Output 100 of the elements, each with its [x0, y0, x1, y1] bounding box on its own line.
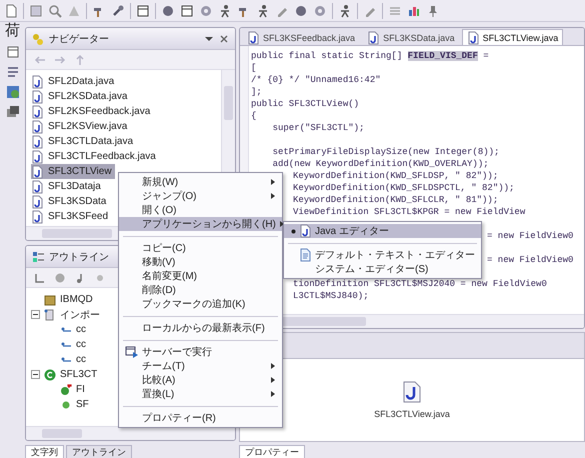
view-tab[interactable]: 文字列: [25, 445, 64, 458]
tree-item[interactable]: cc: [31, 352, 89, 367]
menu-item[interactable]: デフォルト・テキスト・エディター: [284, 248, 481, 262]
view-tab[interactable]: プロパティー: [239, 445, 305, 458]
java-file-icon[interactable]: [403, 381, 421, 403]
menu-item[interactable]: サーバーで実行: [119, 345, 282, 359]
menu-item[interactable]: システム・エディター(S): [284, 262, 481, 276]
java-file-icon: [31, 150, 44, 164]
ball-icon[interactable]: [161, 4, 175, 18]
java-file-icon: [31, 210, 44, 224]
file-item[interactable]: SFL2Data.java: [31, 74, 118, 89]
menu-item[interactable]: コピー(C): [119, 241, 282, 255]
menu-item[interactable]: 名前変更(M): [119, 269, 282, 283]
java-file-icon: [31, 104, 44, 118]
document-icon[interactable]: [4, 4, 18, 18]
dots-icon: [32, 32, 44, 44]
globe-icon[interactable]: [6, 85, 20, 99]
code-line: public final static String[] FIELD_VIS_DEF =: [251, 50, 489, 62]
editor-tab[interactable]: SFL3KSFeedback.java: [242, 29, 360, 45]
runner-icon[interactable]: [218, 4, 232, 18]
java-file-icon: [31, 194, 44, 208]
code-line: tionDefinition SFL3CTL$MSJ2040 = new FieldView0: [293, 278, 547, 290]
box-icon: [44, 294, 56, 306]
code-line: [: [251, 62, 256, 74]
menu-item[interactable]: ローカルからの最新表示(F): [119, 321, 282, 335]
window-icon[interactable]: [136, 4, 150, 18]
file-item[interactable]: SFL3CTLView: [31, 164, 115, 179]
menu-item[interactable]: 開く(O): [119, 203, 282, 217]
class-icon: [44, 368, 56, 380]
menu-item[interactable]: チーム(T): [119, 359, 282, 373]
dot-icon: [60, 398, 72, 410]
menu-item[interactable]: プロパティー(R): [119, 411, 282, 425]
file-name: SFL3CTLView.java: [374, 409, 450, 419]
menu-item[interactable]: 削除(D): [119, 283, 282, 297]
view-tab[interactable]: アウトライン: [66, 445, 132, 458]
stack-icon[interactable]: [6, 105, 20, 119]
horizontal-scrollbar[interactable]: [26, 426, 235, 440]
file-item[interactable]: SFL2KSData.java: [31, 89, 130, 104]
tree-item[interactable]: SFL3CT: [31, 367, 100, 382]
view-title: ナビゲーター: [49, 32, 109, 46]
tree-item[interactable]: インポー: [31, 307, 103, 322]
file-item[interactable]: SFL3CTLFeedback.java: [31, 149, 159, 164]
window-run-icon: [125, 346, 139, 358]
code-line: add(new KeywordDefinition(KWD_OVERLAY));: [272, 158, 489, 170]
view-title: アウトライン: [49, 250, 109, 264]
sort-icon[interactable]: [34, 272, 46, 284]
file-item[interactable]: SFL2KSView.java: [31, 119, 130, 134]
file-item[interactable]: SFL3KSFeed: [31, 209, 112, 224]
java-file-icon: [31, 180, 44, 194]
code-line: /* {0} */ "Unnamed16:42": [251, 74, 381, 86]
runner-icon[interactable]: [338, 4, 352, 18]
magnifier-icon[interactable]: [48, 4, 62, 18]
file-item[interactable]: SFL2KSFeedback.java: [31, 104, 154, 119]
tree-item[interactable]: FI: [31, 382, 88, 397]
list-icon[interactable]: [6, 65, 20, 79]
editor-tab[interactable]: SFL3KSData.java: [362, 29, 460, 45]
imports-icon: [44, 308, 56, 320]
text-file-icon: [299, 248, 312, 262]
menu-item[interactable]: ブックマークの追加(K): [119, 297, 282, 311]
field-icon: [60, 384, 72, 396]
java-file-icon: [367, 30, 380, 44]
file-item[interactable]: SFL3CTLData.java: [31, 134, 136, 149]
code-line: public SFL3CTLView(): [251, 98, 360, 110]
tree-item[interactable]: SF: [31, 397, 92, 412]
tree-item[interactable]: cc: [31, 322, 89, 337]
collapse-icon[interactable]: [31, 370, 40, 379]
tree-item[interactable]: IBMQD: [31, 292, 96, 307]
code-line: ];: [251, 86, 262, 98]
menu-item[interactable]: 新規(W): [119, 175, 282, 189]
java-file-icon: [31, 164, 44, 178]
collapse-icon[interactable]: [31, 310, 40, 319]
outline-icon: [32, 250, 44, 262]
window-icon[interactable]: [6, 45, 20, 59]
code-line: setPrimaryFileDisplaySize(new Integer(8));: [272, 146, 500, 158]
close-icon[interactable]: [219, 34, 229, 44]
side-label: 荷: [5, 22, 20, 39]
java-file-icon: [31, 120, 44, 134]
file-item[interactable]: SFL3KSData: [31, 194, 110, 209]
menu-item[interactable]: アプリケーションから開く(H): [119, 217, 282, 231]
java-file-icon: [299, 224, 312, 238]
wrench-icon[interactable]: [111, 4, 125, 18]
java-file-icon: [31, 74, 44, 88]
code-line: super("SFL3CTL");: [272, 122, 364, 134]
menu-item[interactable]: ジャンプ(O): [119, 189, 282, 203]
editor-tab[interactable]: SFL3CTLView.java: [462, 29, 564, 45]
menu-item[interactable]: 移動(V): [119, 255, 282, 269]
code-line: KeywordDefinition(KWD_SFLDSP, " 82"));: [293, 170, 498, 182]
window-icon[interactable]: [180, 4, 194, 18]
menu-item[interactable]: Java エディター: [284, 224, 481, 238]
file-item[interactable]: SFL3Dataja: [31, 179, 104, 194]
code-line: {: [251, 110, 256, 122]
code-line: L3CTL$MSJ840);: [293, 290, 369, 302]
runner-icon[interactable]: [256, 4, 270, 18]
menu-item[interactable]: 置換(L): [119, 387, 282, 401]
menu-item[interactable]: 比較(A): [119, 373, 282, 387]
tree-item[interactable]: cc: [31, 337, 89, 352]
code-line: KeywordDefinition(KWD_SFLDSPCTL, " 82"));: [293, 182, 514, 194]
code-line: = new FieldView0: [487, 254, 574, 266]
code-line: KeywordDefinition(KWD_SFLCLR, " 81"));: [293, 194, 498, 206]
ball-icon[interactable]: [294, 4, 308, 18]
